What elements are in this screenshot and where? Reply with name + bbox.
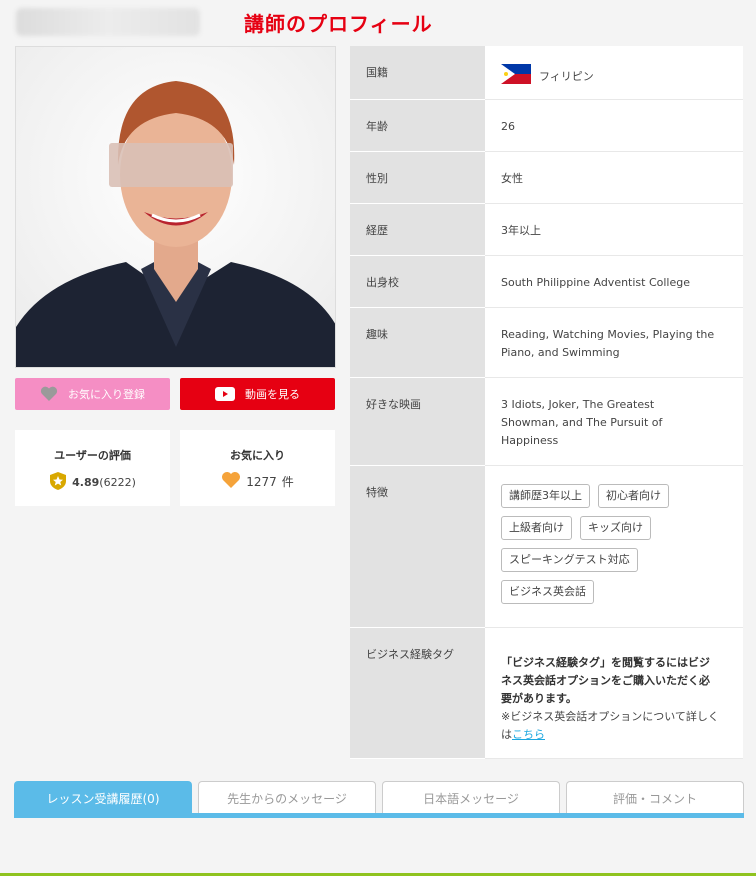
tab-lesson-history[interactable]: レッスン受講履歴(0) xyxy=(14,781,192,814)
heart-icon xyxy=(221,471,241,492)
page-title: 講師のプロフィール xyxy=(244,12,433,36)
movies-value: 3 Idiots, Joker, The Greatest Showman, a… xyxy=(485,377,743,466)
favorites-count: 1277 xyxy=(246,474,277,489)
age-value: 26 xyxy=(485,99,743,152)
movies-label: 好きな映画 xyxy=(350,377,485,466)
rating-title: ユーザーの評価 xyxy=(54,449,131,462)
profile-row-movies: 好きな映画 3 Idiots, Joker, The Greatest Show… xyxy=(350,377,743,466)
tab-reviews[interactable]: 評価・コメント xyxy=(566,781,744,814)
profile-row-hobby: 趣味 Reading, Watching Movies, Playing the… xyxy=(350,307,743,378)
profile-row-age: 年齢 26 xyxy=(350,99,743,152)
features-label: 特徴 xyxy=(350,465,485,628)
profile-row-gender: 性別 女性 xyxy=(350,151,743,204)
tab-teacher-messages[interactable]: 先生からのメッセージ xyxy=(198,781,376,814)
age-label: 年齢 xyxy=(350,99,485,152)
feature-tag: 講師歴3年以上 xyxy=(501,483,590,508)
feature-tag: スピーキングテスト対応 xyxy=(501,547,638,572)
feature-tag: 上級者向け xyxy=(501,515,572,540)
career-label: 経歴 xyxy=(350,203,485,256)
nationality-value: フィリピン xyxy=(539,70,594,83)
favorite-button-label: お気に入り登録 xyxy=(68,388,145,401)
school-value: South Philippine Adventist College xyxy=(485,255,743,308)
favorites-unit: 件 xyxy=(281,475,294,489)
profile-row-business-tags: ビジネス経験タグ 「ビジネス経験タグ」を閲覧するにはビジネス英会話オプションをご… xyxy=(350,627,743,759)
rating-count: (6222) xyxy=(99,476,136,489)
nationality-label: 国籍 xyxy=(350,46,485,100)
biz-details-link[interactable]: こちら xyxy=(512,728,545,741)
school-label: 出身校 xyxy=(350,255,485,308)
hobby-label: 趣味 xyxy=(350,307,485,378)
gender-label: 性別 xyxy=(350,151,485,204)
profile-row-career: 経歴 3年以上 xyxy=(350,203,743,256)
philippines-flag-icon xyxy=(501,64,531,90)
heart-icon xyxy=(40,386,58,402)
watch-video-button[interactable]: 動画を見る xyxy=(180,378,335,410)
tab-underline xyxy=(14,813,744,818)
profile-row-school: 出身校 South Philippine Adventist College xyxy=(350,255,743,308)
feature-tags: 講師歴3年以上 初心者向け 上級者向け キッズ向け スピーキングテスト対応 ビジ… xyxy=(501,483,701,604)
rating-score: 4.89 xyxy=(72,476,100,489)
feature-tag: 初心者向け xyxy=(598,483,669,508)
favorites-title: お気に入り xyxy=(230,449,285,462)
profile-table: 国籍 フィリピン 年齢 26 性別 女性 経歴 3年以上 出身校 South P… xyxy=(350,46,743,759)
video-play-icon xyxy=(215,387,235,401)
teacher-photo xyxy=(15,46,336,368)
biz-notice: 「ビジネス経験タグ」を閲覧するにはビジネス英会話オプションをご購入いただく必要が… xyxy=(501,655,710,705)
feature-tag: ビジネス英会話 xyxy=(501,579,594,604)
biz-label: ビジネス経験タグ xyxy=(350,627,485,759)
profile-row-features: 特徴 講師歴3年以上 初心者向け 上級者向け キッズ向け スピーキングテスト対応… xyxy=(350,465,743,628)
tab-bar: レッスン受講履歴(0) 先生からのメッセージ 日本語メッセージ 評価・コメント xyxy=(14,781,744,817)
profile-row-nationality: 国籍 フィリピン xyxy=(350,46,743,100)
favorite-button[interactable]: お気に入り登録 xyxy=(15,378,170,410)
favorites-card: お気に入り 1277 件 xyxy=(180,430,335,506)
user-rating-card: ユーザーの評価 4.89(6222) xyxy=(15,430,170,506)
watch-video-label: 動画を見る xyxy=(245,388,300,401)
gender-value: 女性 xyxy=(485,151,743,204)
blurred-teacher-name xyxy=(16,8,200,36)
feature-tag: キッズ向け xyxy=(580,515,651,540)
shield-star-icon xyxy=(49,471,67,494)
hobby-value: Reading, Watching Movies, Playing the Pi… xyxy=(485,307,743,378)
tab-japanese-messages[interactable]: 日本語メッセージ xyxy=(382,781,560,814)
career-value: 3年以上 xyxy=(485,203,743,256)
